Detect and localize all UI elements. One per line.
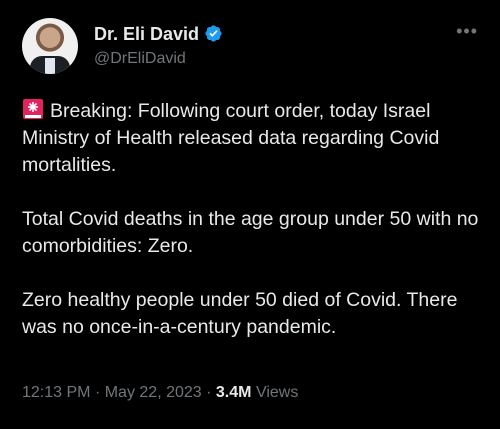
tweet-paragraph-1-text: Breaking: Following court order, today I…	[22, 100, 440, 176]
author-handle[interactable]: @DrEliDavid	[94, 48, 223, 70]
author-names: Dr. Eli David @DrEliDavid	[94, 23, 223, 70]
tweet-paragraph-1: Breaking: Following court order, today I…	[22, 98, 482, 179]
tweet-paragraph-2: Total Covid deaths in the age group unde…	[22, 208, 479, 257]
views-count[interactable]: 3.4M	[216, 384, 252, 401]
avatar[interactable]	[22, 18, 78, 74]
tweet-time[interactable]: 12:13 PM	[22, 384, 90, 401]
tweet-text: Breaking: Following court order, today I…	[22, 98, 482, 368]
siren-emoji-icon	[22, 98, 44, 120]
views-label: Views	[255, 384, 299, 401]
meta-separator: ·	[94, 384, 101, 401]
avatar-shirt	[45, 58, 55, 74]
display-name[interactable]: Dr. Eli David	[94, 23, 199, 45]
tweet-paragraph-3: Zero healthy people under 50 died of Cov…	[22, 289, 458, 338]
more-options-icon[interactable]: •••	[456, 22, 478, 40]
meta-separator-2: ·	[206, 384, 212, 401]
tweet-header: Dr. Eli David @DrEliDavid	[22, 18, 223, 74]
verified-badge-icon[interactable]	[204, 24, 223, 43]
tweet-date[interactable]: May 22, 2023	[105, 384, 202, 401]
tweet-meta: 12:13 PM · May 22, 2023 · 3.4M Views	[22, 382, 298, 404]
tweet: Dr. Eli David @DrEliDavid ••• Breaking: …	[0, 0, 500, 429]
display-name-row: Dr. Eli David	[94, 23, 223, 45]
